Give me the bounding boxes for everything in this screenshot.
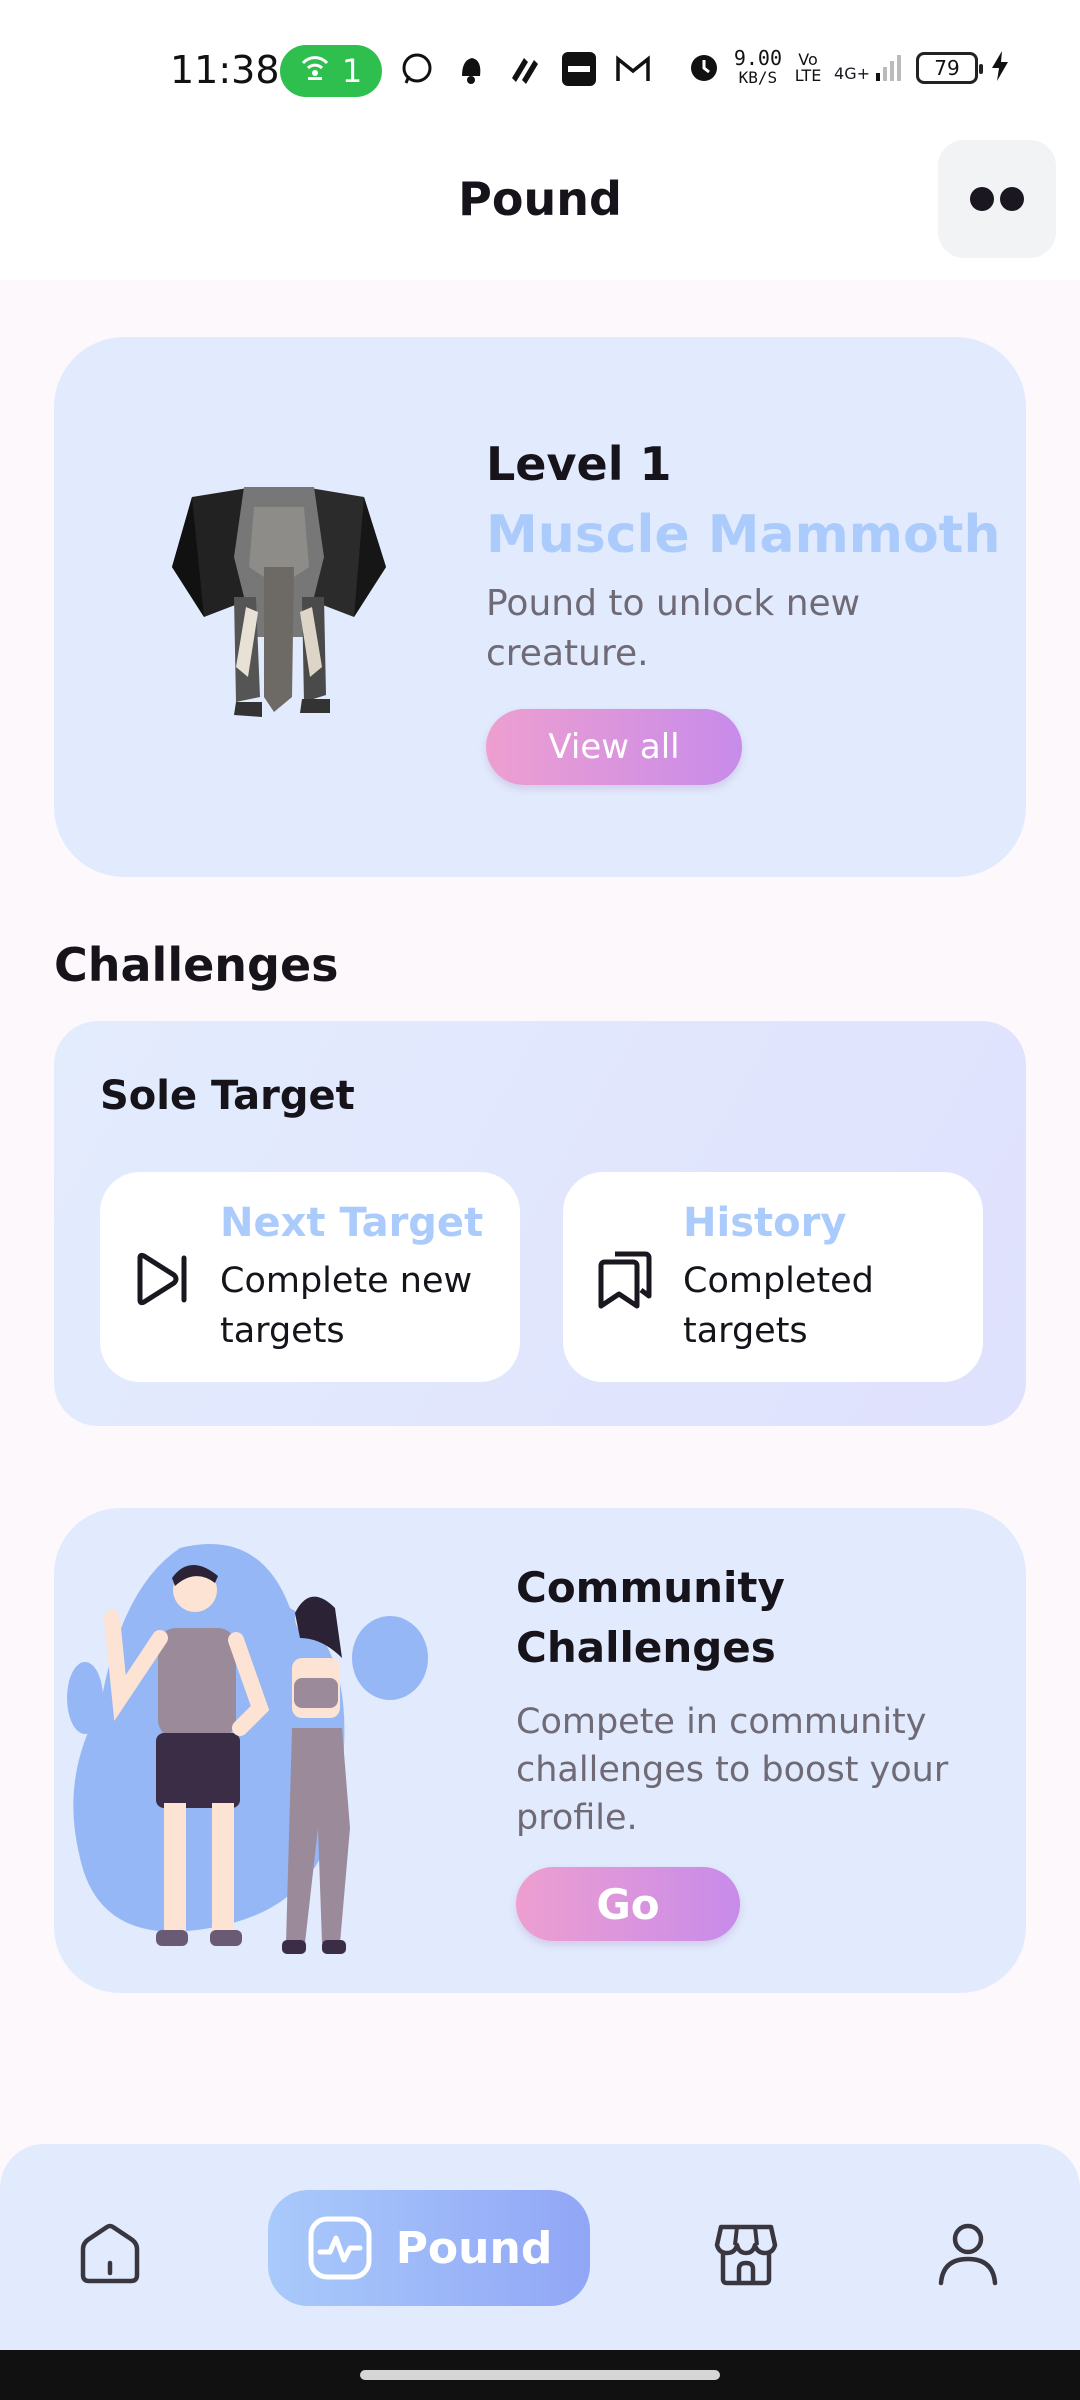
community-title: Community Challenges: [516, 1563, 785, 1672]
community-illustration: [67, 1544, 428, 1954]
go-button[interactable]: Go: [516, 1867, 740, 1941]
home-icon: [80, 2223, 140, 2284]
next-target-tile[interactable]: Next Target Complete new targets: [100, 1172, 520, 1382]
notification-bell-icon: [452, 50, 490, 88]
signal-icon: 4G+: [834, 53, 904, 83]
hotspot-count: 1: [341, 52, 363, 90]
nav-store[interactable]: [706, 2214, 786, 2294]
status-bar: 11:38 1 9.00 KB/S Vo LTE 4G+ 79: [0, 0, 1080, 140]
system-navigation-bar: [0, 2350, 1080, 2400]
paytm-icon: [560, 50, 598, 88]
network-speed: 9.00 KB/S: [733, 46, 783, 87]
nav-pound[interactable]: Pound: [268, 2190, 590, 2306]
community-card: Community Challenges Compete in communit…: [54, 1508, 1026, 1993]
battery-indicator: 79: [916, 52, 983, 84]
whatsapp-icon: [398, 50, 436, 88]
activity-icon: [308, 2216, 372, 2280]
creature-name: Muscle Mammoth: [486, 505, 1001, 565]
page-title: Pound: [458, 172, 622, 226]
hotspot-icon: [300, 52, 330, 90]
sole-target-title: Sole Target: [100, 1073, 355, 1119]
elephant-image: [172, 487, 386, 717]
next-target-title: Next Target: [220, 1200, 484, 1246]
bottom-nav: Pound: [0, 2144, 1080, 2350]
dots-icon: [970, 187, 994, 211]
history-description: Completed targets: [683, 1261, 874, 1351]
gesture-handle[interactable]: [360, 2370, 720, 2380]
nav-profile[interactable]: [928, 2214, 1008, 2294]
community-description: Compete in community challenges to boost…: [516, 1702, 949, 1838]
nav-pound-label: Pound: [395, 2222, 553, 2274]
profile-icon: [938, 2223, 998, 2286]
gmail-icon: [614, 50, 652, 88]
next-target-description: Complete new targets: [220, 1261, 473, 1351]
sole-target-card: Sole Target Next Target Complete new tar…: [54, 1021, 1026, 1426]
challenges-heading: Challenges: [54, 938, 339, 992]
alarm-icon: [686, 48, 722, 88]
volte-indicator: Vo LTE: [794, 50, 822, 85]
nav-home[interactable]: [70, 2214, 150, 2294]
app-header: Pound: [0, 140, 1080, 280]
level-label: Level 1: [486, 437, 672, 491]
app-icon: [506, 50, 544, 88]
level-description: Pound to unlock new creature.: [486, 583, 861, 674]
store-icon: [714, 2224, 778, 2286]
history-tile[interactable]: History Completed targets: [563, 1172, 983, 1382]
status-time: 11:38: [170, 48, 280, 92]
charging-icon: [990, 50, 1010, 86]
skip-forward-icon: [137, 1252, 187, 1306]
history-title: History: [683, 1200, 847, 1246]
level-card: Level 1 Muscle Mammoth Pound to unlock n…: [54, 337, 1026, 877]
view-all-button[interactable]: View all: [486, 709, 742, 785]
bookmarks-icon: [598, 1251, 652, 1309]
hotspot-indicator: 1: [280, 45, 382, 97]
menu-button[interactable]: [938, 140, 1056, 258]
